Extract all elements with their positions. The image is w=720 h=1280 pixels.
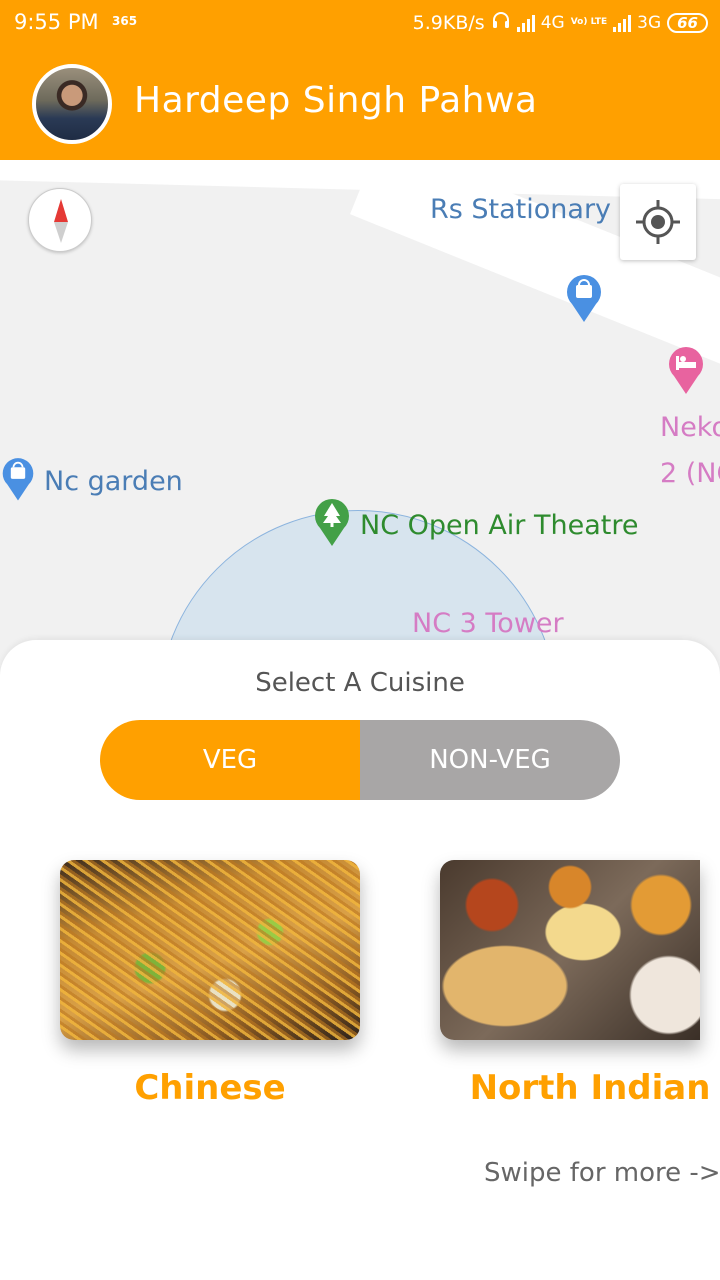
sheet-title: Select A Cuisine <box>255 668 465 698</box>
signal-icon-2 <box>613 14 632 32</box>
network-type-1: 4G <box>540 12 565 33</box>
status-time: 9:55 PM <box>14 10 99 34</box>
cuisine-card-chinese[interactable] <box>60 860 360 1040</box>
cuisine-sheet: Select A Cuisine VEG NON-VEG Chinese Nor… <box>0 640 720 1280</box>
poi-label-rs-stationary[interactable]: Rs Stationary <box>430 194 611 225</box>
app-header: 9:55 PM 365 5.9KB/s 4G Vo) LTE 3G 66 Har… <box>0 0 720 160</box>
shopping-bag-pin-icon[interactable] <box>0 452 36 504</box>
battery-icon: 66 <box>667 12 708 33</box>
crosshair-icon <box>636 200 680 244</box>
carrier-badge: 365 <box>112 14 138 28</box>
status-bar: 9:55 PM 365 5.9KB/s 4G Vo) LTE 3G 66 <box>0 0 720 48</box>
hotel-bed-pin-icon[interactable] <box>666 342 706 396</box>
non-veg-button[interactable]: NON-VEG <box>360 720 620 800</box>
cuisine-label-north-indian[interactable]: North Indian <box>440 1068 720 1108</box>
compass-button[interactable] <box>28 188 92 252</box>
poi-label-neko[interactable]: Neko <box>660 412 720 443</box>
veg-toggle: VEG NON-VEG <box>100 720 620 800</box>
signal-icon <box>516 14 535 32</box>
shopping-bag-pin-icon[interactable] <box>564 270 604 324</box>
compass-icon <box>54 199 68 243</box>
poi-label-nc-open-air-theatre[interactable]: NC Open Air Theatre <box>360 510 638 541</box>
cuisine-card-north-indian[interactable] <box>440 860 700 1040</box>
avatar[interactable] <box>32 64 112 144</box>
my-location-button[interactable] <box>620 184 696 260</box>
cuisine-label-chinese[interactable]: Chinese <box>60 1068 360 1108</box>
user-name: Hardeep Singh Pahwa <box>134 80 538 121</box>
network-speed: 5.9KB/s <box>412 11 485 34</box>
poi-label-nc-garden[interactable]: Nc garden <box>44 466 183 497</box>
tree-pin-icon[interactable] <box>312 494 352 548</box>
network-type-2: 3G <box>637 12 662 33</box>
map-view[interactable]: Rs Stationary Neko 2 (NC Nc garden NC Op… <box>0 160 720 680</box>
poi-label-nc-2[interactable]: 2 (NC <box>660 458 720 489</box>
volte-icon: Vo) LTE <box>570 17 608 27</box>
swipe-hint: Swipe for more -> <box>484 1158 720 1188</box>
headset-icon <box>491 10 511 35</box>
status-icons: 5.9KB/s 4G Vo) LTE 3G 66 <box>413 10 708 35</box>
veg-button[interactable]: VEG <box>100 720 360 800</box>
poi-label-nc-3-tower[interactable]: NC 3 Tower <box>412 608 564 639</box>
